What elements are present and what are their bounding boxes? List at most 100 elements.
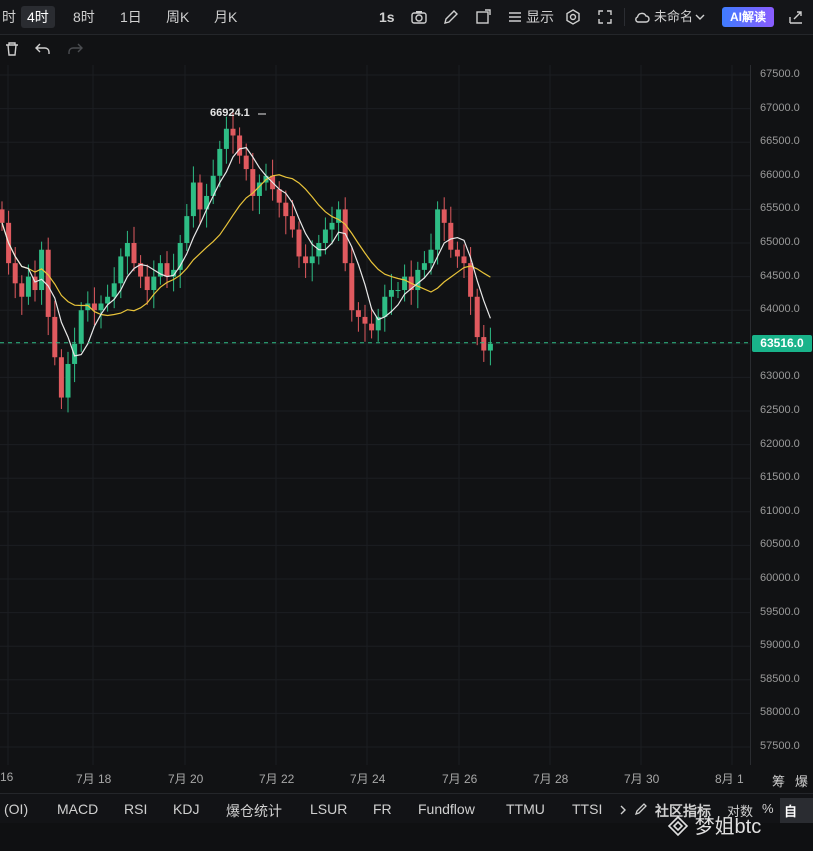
price-tick-label: 67500.0 (760, 68, 800, 80)
candle-body (124, 243, 130, 257)
date-tick-label: 7月 20 (168, 772, 204, 786)
candle-body (65, 363, 71, 398)
candle-body (19, 283, 25, 297)
date-tick-label: 8月 1 (715, 772, 744, 786)
settings-icon[interactable] (563, 7, 583, 27)
date-tick-label: 7月 28 (533, 772, 569, 786)
candle-body (72, 343, 78, 364)
divider (624, 8, 625, 26)
chevron-right-icon[interactable] (618, 804, 628, 816)
date-tick-label: 7月 26 (442, 772, 478, 786)
candle-body (230, 128, 236, 136)
candle-body (276, 189, 282, 203)
share-icon[interactable] (786, 7, 806, 27)
interval-week[interactable]: 周K (160, 6, 195, 28)
candle-body (441, 209, 447, 223)
tab-liquidation-stats[interactable]: 爆仓统计 (226, 801, 282, 821)
candle-body (223, 128, 229, 149)
tab-oi[interactable]: (OI) (4, 801, 28, 817)
speed-button[interactable]: 1s (373, 6, 401, 28)
price-tick-label: 61500.0 (760, 471, 800, 484)
undo-icon[interactable] (34, 40, 52, 58)
price-tick-label: 61000.0 (760, 504, 800, 517)
candle-body (421, 263, 427, 270)
candle-body (355, 310, 361, 317)
candle-body (184, 216, 190, 243)
price-tick-label: 64000.0 (760, 303, 800, 316)
percent-toggle[interactable]: % (762, 801, 774, 816)
tab-kdj[interactable]: KDJ (173, 801, 199, 817)
candle-body (369, 323, 375, 331)
candle-body (329, 222, 335, 230)
candle-body (197, 182, 203, 210)
new-window-icon[interactable] (473, 7, 493, 27)
interval-month[interactable]: 月K (208, 6, 243, 28)
tab-rsi[interactable]: RSI (124, 801, 147, 817)
price-tick-label: 59000.0 (760, 639, 800, 652)
candle-body (45, 249, 51, 317)
ai-analysis-button[interactable]: AI解读 (722, 7, 774, 27)
price-tick-label: 58000.0 (760, 706, 800, 719)
candle-body (468, 263, 474, 297)
candle-body (118, 256, 124, 284)
candle-body (454, 249, 460, 257)
display-button[interactable]: 显示 (520, 6, 560, 28)
interval-8h[interactable]: 8时 (67, 6, 101, 28)
liquidation-button[interactable]: 爆 (795, 771, 808, 790)
candle-body (217, 148, 223, 176)
pen-icon[interactable] (441, 7, 461, 27)
date-tick-label: 16 (0, 770, 14, 784)
candle-body (395, 290, 401, 292)
price-tick-label: 64500.0 (760, 269, 800, 282)
candle-body (131, 243, 137, 264)
price-tick-label: 62500.0 (760, 404, 800, 416)
last-price-tag: 63516.0 (752, 335, 812, 352)
candle-body (0, 209, 5, 223)
candle-body (461, 256, 467, 264)
candle-body (164, 263, 170, 277)
price-tick-label: 66500.0 (760, 135, 800, 148)
candlestick-chart[interactable] (0, 65, 750, 765)
price-tick-label: 60000.0 (760, 572, 800, 584)
price-tick-label: 57500.0 (760, 740, 800, 752)
interval-4h[interactable]: 4时 (21, 6, 55, 28)
candle-body (402, 276, 408, 291)
top-toolbar: 时 4时 8时 1日 周K 月K 1s 显示 未命名 AI解读 (0, 0, 813, 35)
drawing-toolbar (0, 35, 813, 65)
candle-body (382, 296, 388, 317)
tab-ttsi[interactable]: TTSI (572, 801, 602, 817)
tab-lsur[interactable]: LSUR (310, 801, 347, 817)
camera-icon[interactable] (409, 7, 429, 27)
candle-body (349, 263, 355, 311)
candle-body (52, 316, 58, 358)
tab-macd[interactable]: MACD (57, 801, 98, 817)
candle-body (237, 135, 243, 156)
interval-1d[interactable]: 1日 (114, 6, 148, 28)
candle-body (190, 182, 196, 217)
tab-ttmu[interactable]: TTMU (506, 801, 545, 817)
watermark: 梦姐btc (667, 810, 761, 839)
tab-fr[interactable]: FR (373, 801, 392, 817)
candle-body (474, 296, 480, 338)
chevron-down-icon[interactable] (690, 7, 710, 27)
candle-body (25, 276, 31, 297)
candle-body (481, 337, 487, 351)
date-tick-label: 7月 22 (259, 772, 295, 786)
edit-icon[interactable] (633, 801, 649, 817)
redo-icon[interactable] (66, 40, 84, 58)
watermark-text: 梦姐btc (694, 816, 762, 838)
fullscreen-icon[interactable] (595, 7, 615, 27)
price-tick-label: 67000.0 (760, 101, 800, 114)
date-tick-label: 7月 18 (76, 772, 112, 786)
date-tick-label: 7月 24 (350, 772, 386, 786)
chips-button[interactable]: 筹 (772, 771, 785, 790)
price-tick-label: 66000.0 (760, 168, 800, 181)
tab-fundflow[interactable]: Fundflow (418, 801, 475, 817)
candle-body (111, 283, 117, 297)
interval-cut[interactable]: 时 (0, 6, 22, 28)
candle-body (12, 263, 18, 284)
price-tick-label: 58500.0 (760, 672, 800, 685)
trash-icon[interactable] (3, 40, 21, 58)
price-tick-label: 65000.0 (760, 236, 800, 248)
candle-body (243, 155, 249, 170)
